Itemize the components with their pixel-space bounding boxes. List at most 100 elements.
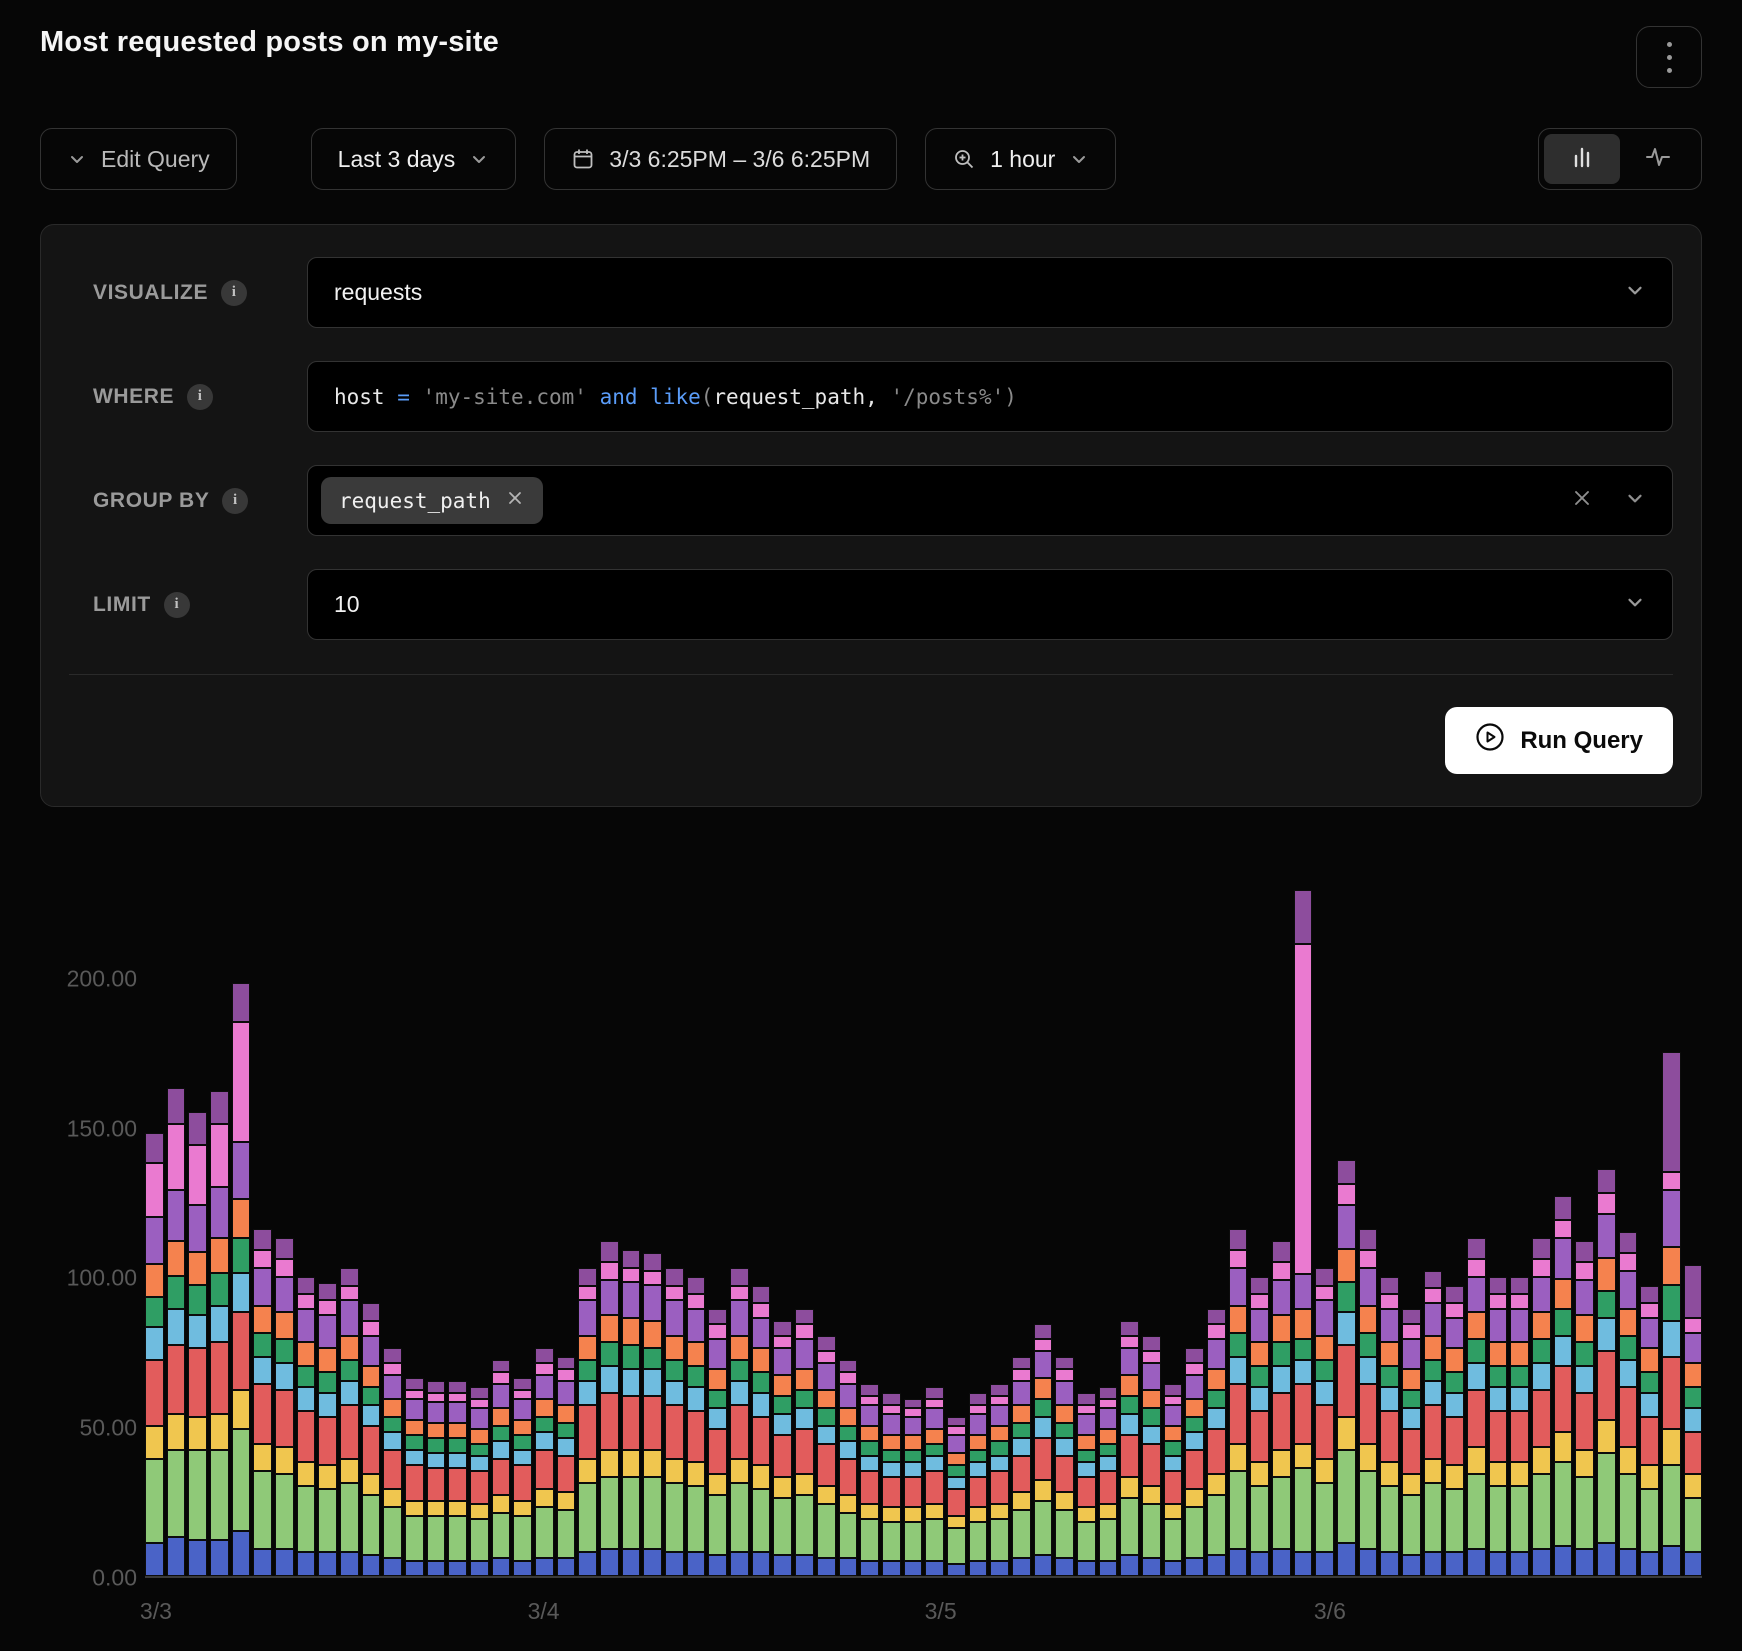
stacked-bar[interactable] xyxy=(1402,1309,1421,1576)
stacked-bar[interactable] xyxy=(947,1417,966,1576)
info-icon[interactable]: i xyxy=(221,280,247,306)
stacked-bar[interactable] xyxy=(188,1112,207,1576)
stacked-bar[interactable] xyxy=(817,1336,836,1576)
stacked-bar[interactable] xyxy=(860,1384,879,1576)
stacked-bar[interactable] xyxy=(1359,1229,1378,1576)
stacked-bar[interactable] xyxy=(1532,1238,1551,1576)
stacked-bar[interactable] xyxy=(1640,1286,1659,1577)
time-range-dropdown[interactable]: Last 3 days xyxy=(311,128,517,190)
kebab-menu-button[interactable] xyxy=(1636,26,1702,88)
where-input[interactable]: host = 'my-site.com' and like(request_pa… xyxy=(307,361,1673,432)
stacked-bar[interactable] xyxy=(1380,1277,1399,1577)
stacked-bar[interactable] xyxy=(1250,1277,1269,1577)
stacked-bar[interactable] xyxy=(470,1387,489,1576)
bar-segment-yellow xyxy=(947,1516,966,1528)
bar-segment-red xyxy=(470,1471,489,1504)
stacked-bar[interactable] xyxy=(643,1253,662,1576)
stacked-bar[interactable] xyxy=(990,1384,1009,1576)
stacked-bar[interactable] xyxy=(535,1348,554,1576)
bar-segment-red xyxy=(1099,1471,1118,1504)
stacked-bar[interactable] xyxy=(340,1268,359,1576)
stacked-bar[interactable] xyxy=(925,1387,944,1576)
stacked-bar[interactable] xyxy=(904,1399,923,1576)
stacked-bar[interactable] xyxy=(405,1378,424,1576)
edit-query-button[interactable]: Edit Query xyxy=(40,128,237,190)
info-icon[interactable]: i xyxy=(164,592,190,618)
stacked-bar[interactable] xyxy=(1424,1271,1443,1576)
stacked-bar[interactable] xyxy=(1164,1384,1183,1576)
stacked-bar[interactable] xyxy=(1012,1357,1031,1576)
stacked-bar[interactable] xyxy=(622,1250,641,1576)
stacked-bar[interactable] xyxy=(773,1321,792,1576)
info-icon[interactable]: i xyxy=(222,488,248,514)
stacked-bar[interactable] xyxy=(557,1357,576,1576)
stacked-bar[interactable] xyxy=(1445,1286,1464,1577)
stacked-bar[interactable] xyxy=(1554,1196,1573,1576)
stacked-bar[interactable] xyxy=(730,1268,749,1576)
stacked-bar[interactable] xyxy=(362,1303,381,1576)
stacked-bar[interactable] xyxy=(1034,1324,1053,1576)
stacked-bar[interactable] xyxy=(210,1091,229,1576)
bar-segment-dark-purple xyxy=(275,1238,294,1259)
bar-chart-toggle[interactable] xyxy=(1544,134,1620,184)
bar-segment-pink xyxy=(1532,1259,1551,1277)
stacked-bar[interactable] xyxy=(708,1309,727,1576)
stacked-bar[interactable] xyxy=(1337,1160,1356,1576)
group-by-select[interactable]: request_path xyxy=(307,465,1673,536)
stacked-bar[interactable] xyxy=(1207,1309,1226,1576)
bar-segment-sea-green xyxy=(1164,1441,1183,1456)
chevron-down-icon[interactable] xyxy=(1624,487,1646,515)
stacked-bar[interactable] xyxy=(752,1286,771,1577)
stacked-bar[interactable] xyxy=(1055,1357,1074,1576)
stacked-bar[interactable] xyxy=(1099,1387,1118,1576)
stacked-bar[interactable] xyxy=(275,1238,294,1576)
stacked-bar[interactable] xyxy=(578,1268,597,1576)
stacked-bar[interactable] xyxy=(145,1133,164,1576)
stacked-bar[interactable] xyxy=(1272,1241,1291,1576)
stacked-bar[interactable] xyxy=(600,1241,619,1576)
stacked-bar[interactable] xyxy=(1575,1241,1594,1576)
stacked-bar[interactable] xyxy=(1662,1052,1681,1576)
stacked-bar[interactable] xyxy=(882,1393,901,1576)
stacked-bar[interactable] xyxy=(1597,1169,1616,1576)
stacked-bar[interactable] xyxy=(1619,1232,1638,1576)
granularity-dropdown[interactable]: 1 hour xyxy=(925,128,1116,190)
stacked-bar[interactable] xyxy=(839,1360,858,1576)
limit-select[interactable]: 10 xyxy=(307,569,1673,640)
stacked-bar[interactable] xyxy=(969,1393,988,1576)
stacked-bar[interactable] xyxy=(167,1088,186,1576)
stacked-bar[interactable] xyxy=(1315,1268,1334,1576)
stacked-bar[interactable] xyxy=(383,1348,402,1576)
visualize-select[interactable]: requests xyxy=(307,257,1673,328)
stacked-bar[interactable] xyxy=(318,1283,337,1577)
stacked-bar[interactable] xyxy=(687,1277,706,1577)
date-range-picker[interactable]: 3/3 6:25PM – 3/6 6:25PM xyxy=(544,128,897,190)
stacked-bar[interactable] xyxy=(1684,1265,1703,1576)
stacked-bar[interactable] xyxy=(448,1381,467,1576)
stacked-bar[interactable] xyxy=(1510,1277,1529,1577)
stacked-bar[interactable] xyxy=(1077,1393,1096,1576)
chip-remove-icon[interactable] xyxy=(505,488,525,513)
stacked-bar[interactable] xyxy=(253,1229,272,1576)
stacked-bar[interactable] xyxy=(665,1268,684,1576)
run-query-button[interactable]: Run Query xyxy=(1445,707,1673,774)
group-by-chip[interactable]: request_path xyxy=(321,477,543,524)
stacked-bar[interactable] xyxy=(1142,1336,1161,1576)
stacked-bar[interactable] xyxy=(1185,1348,1204,1576)
stacked-bar[interactable] xyxy=(427,1381,446,1576)
clear-icon[interactable] xyxy=(1570,486,1594,516)
stacked-bar[interactable] xyxy=(513,1378,532,1576)
stacked-bar[interactable] xyxy=(1120,1321,1139,1576)
info-icon[interactable]: i xyxy=(187,384,213,410)
stacked-bar[interactable] xyxy=(1489,1277,1508,1577)
bar-segment-purple xyxy=(752,1318,771,1348)
stacked-bar[interactable] xyxy=(1229,1229,1248,1576)
stacked-bar[interactable] xyxy=(297,1277,316,1577)
stacked-bar[interactable] xyxy=(232,983,251,1576)
bar-segment-purple xyxy=(860,1405,879,1426)
stacked-bar[interactable] xyxy=(1467,1238,1486,1576)
stacked-bar[interactable] xyxy=(492,1360,511,1576)
stacked-bar[interactable] xyxy=(1294,890,1313,1576)
stacked-bar[interactable] xyxy=(795,1309,814,1576)
line-chart-toggle[interactable] xyxy=(1620,134,1696,184)
